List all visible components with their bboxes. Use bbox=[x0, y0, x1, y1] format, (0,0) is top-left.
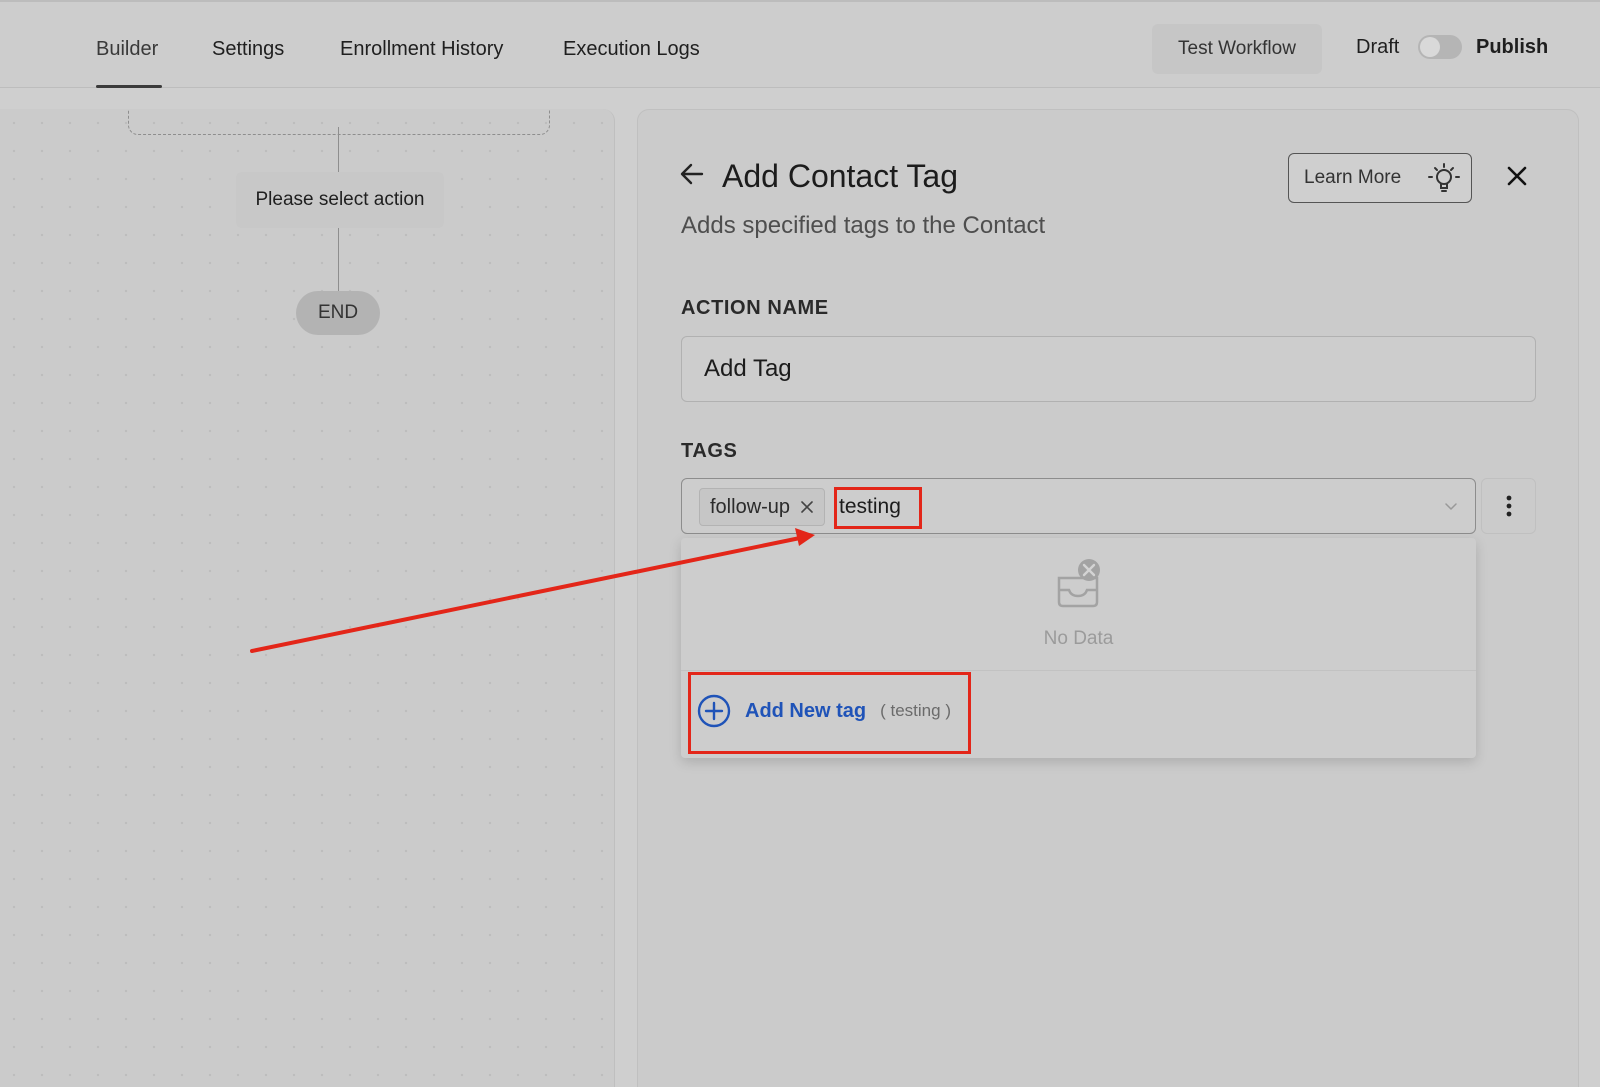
plus-circle-icon bbox=[697, 694, 731, 728]
tags-select-input[interactable]: follow-up testing bbox=[681, 478, 1476, 534]
tags-label: TAGS bbox=[681, 440, 738, 462]
end-node: END bbox=[296, 291, 380, 335]
toggle-knob bbox=[1420, 37, 1440, 57]
lightbulb-icon bbox=[1428, 163, 1460, 192]
publish-toggle[interactable] bbox=[1418, 35, 1462, 59]
back-arrow-icon[interactable] bbox=[678, 160, 706, 188]
draft-label: Draft bbox=[1356, 36, 1400, 58]
chevron-down-icon[interactable] bbox=[1443, 499, 1459, 515]
trigger-placeholder-box[interactable] bbox=[128, 109, 550, 135]
test-workflow-button[interactable]: Test Workflow bbox=[1152, 24, 1322, 74]
select-action-node[interactable]: Please select action bbox=[236, 172, 444, 228]
empty-inbox-icon bbox=[1057, 559, 1100, 608]
dropdown-divider bbox=[681, 670, 1476, 671]
kebab-menu-icon bbox=[1506, 495, 1511, 517]
tab-execution-logs[interactable]: Execution Logs bbox=[563, 38, 700, 61]
more-options-button[interactable] bbox=[1481, 478, 1536, 534]
publish-label: Publish bbox=[1476, 36, 1549, 58]
add-new-tag-label: Add New tag bbox=[745, 699, 867, 722]
tab-settings[interactable]: Settings bbox=[212, 38, 284, 61]
add-new-tag-hint: ( testing ) bbox=[880, 701, 951, 720]
close-icon[interactable] bbox=[1505, 164, 1529, 188]
connector-line bbox=[338, 127, 339, 172]
add-new-tag-option[interactable]: Add New tag ( testing ) bbox=[697, 694, 951, 728]
active-tab-indicator bbox=[96, 85, 162, 88]
learn-more-button[interactable]: Learn More bbox=[1288, 153, 1472, 203]
tag-chip-label: follow-up bbox=[710, 495, 791, 518]
action-name-input[interactable]: Add Tag bbox=[681, 336, 1536, 402]
remove-tag-icon[interactable] bbox=[800, 500, 814, 514]
connector-line bbox=[338, 228, 339, 291]
tags-dropdown: No Data Add New tag ( testing ) bbox=[681, 538, 1476, 758]
tag-chip: follow-up bbox=[699, 488, 826, 526]
learn-more-label: Learn More bbox=[1304, 167, 1402, 188]
panel-title: Add Contact Tag bbox=[722, 158, 959, 194]
action-name-label: ACTION NAME bbox=[681, 297, 829, 319]
tab-enrollment-history[interactable]: Enrollment History bbox=[340, 38, 503, 61]
panel-subtitle: Adds specified tags to the Contact bbox=[681, 212, 1046, 239]
workflow-canvas[interactable]: Please select action END bbox=[0, 109, 615, 1087]
tab-builder[interactable]: Builder bbox=[96, 38, 158, 61]
top-nav-bar: Builder Settings Enrollment History Exec… bbox=[0, 0, 1600, 88]
no-data-text: No Data bbox=[1043, 628, 1114, 649]
tag-search-text[interactable]: testing bbox=[832, 488, 918, 526]
